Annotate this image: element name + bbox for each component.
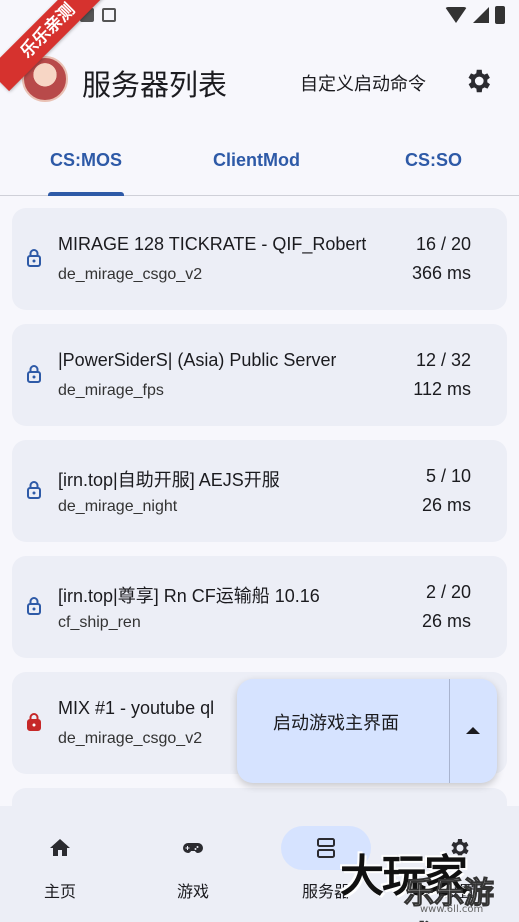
server-players: 2 / 20 [425,582,471,602]
nav-label: 主页 [43,882,76,901]
launch-game-label[interactable]: 启动游戏主界面 [273,709,399,735]
lock-icon [27,249,41,267]
gamepad-icon [183,843,203,853]
nav-item-home[interactable]: 主页 [0,806,120,922]
tab-clientmod[interactable]: ClientMod [213,150,300,171]
server-ping: 26 ms [421,495,471,515]
server-card[interactable]: [irn.top|尊享] Rn CF运输船 10.16 cf_ship_ren … [12,556,507,658]
fab-divider [449,679,450,783]
server-name: |PowerSiderS| (Asia) Public Server [58,350,337,370]
server-name: MIX #1 - youtube ql [58,698,215,718]
server-map: de_mirage_csgo_v2 [58,730,203,747]
app-bar: 服务器列表 自定义启动命令 [0,50,519,114]
active-tab-indicator [48,192,124,196]
server-name: [irn.top|自助开服] AEJS开服 [58,470,280,490]
nav-icon-container [148,826,238,870]
nav-item-games[interactable]: 游戏 [133,806,253,922]
tab-csmos[interactable]: CS:MOS [50,150,122,171]
notification-icon [102,8,116,22]
server-ping: 26 ms [421,611,471,631]
signal-icon [473,7,489,23]
tab-bar: CS:MOS ClientMod CS:SO [0,130,519,196]
expand-arrow-icon[interactable] [466,727,480,734]
status-icons-right [445,6,505,24]
battery-icon [495,6,505,24]
lock-icon [27,365,41,383]
server-map: de_mirage_night [58,498,178,515]
server-ping: 366 ms [411,263,471,283]
lock-icon [27,713,41,731]
server-players: 5 / 10 [425,466,471,486]
server-name: [irn.top|尊享] Rn CF运输船 10.16 [58,586,320,606]
launch-game-fab[interactable]: 启动游戏主界面 [237,679,497,783]
tab-csso[interactable]: CS:SO [405,150,462,171]
nav-icon-container [15,826,105,870]
server-card[interactable]: |PowerSiderS| (Asia) Public Server de_mi… [12,324,507,426]
server-ping: 112 ms [413,379,471,399]
home-icon [50,839,70,856]
custom-command-button[interactable]: 自定义启动命令 [300,70,426,96]
lock-icon [27,597,41,615]
server-card[interactable]: MIRAGE 128 TICKRATE - QIF_Robert de_mira… [12,208,507,310]
server-players: 16 / 20 [415,234,471,254]
server-map: cf_ship_ren [58,614,141,631]
wifi-icon [445,7,467,23]
watermark-url: www.6ll.com [420,904,484,915]
server-card[interactable]: [irn.top|自助开服] AEJS开服 de_mirage_night 5 … [12,440,507,542]
page-title: 服务器列表 [82,68,228,102]
server-icon [317,838,335,858]
server-name: MIRAGE 128 TICKRATE - QIF_Robert [58,234,367,254]
lock-icon [27,481,41,499]
nav-label: 游戏 [176,882,209,901]
server-map: de_mirage_csgo_v2 [58,266,203,283]
settings-gear-icon[interactable] [463,66,493,96]
server-players: 12 / 32 [415,350,471,370]
server-map: de_mirage_fps [58,382,164,399]
